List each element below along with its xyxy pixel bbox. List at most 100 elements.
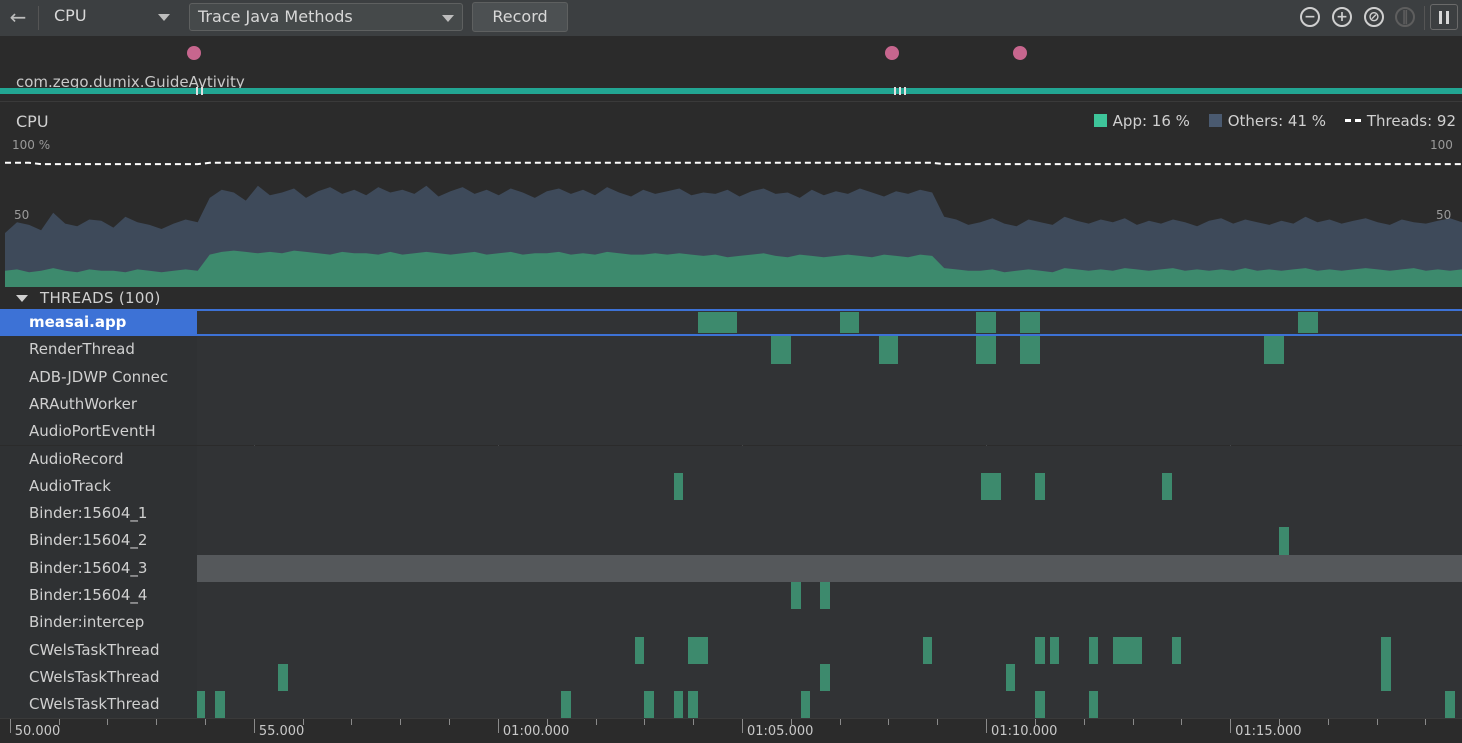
thread-name[interactable]: Binder:intercep [0,609,197,637]
thread-running-segment [1020,312,1040,334]
activity-bar[interactable] [0,88,1462,94]
minor-tick [1327,719,1329,725]
thread-name[interactable]: AudioRecord [0,445,197,473]
pause-button[interactable] [1430,4,1458,30]
thread-running-segment [1444,691,1455,719]
thread-row[interactable]: Binder:15604_1 [0,500,1462,528]
thread-name[interactable]: ARAuthWorker [0,390,197,419]
minor-tick [1181,719,1183,725]
thread-name[interactable]: Binder:15604_4 [0,582,197,610]
thread-row[interactable]: Binder:15604_2 [0,527,1462,555]
activity-marker [899,87,901,95]
y-axis-left-mid: 50 [14,208,30,222]
thread-activity-track[interactable] [175,636,1462,664]
thread-activity-track[interactable] [197,472,1462,501]
minor-tick [400,719,402,725]
thread-activity-track[interactable] [197,582,1462,610]
zoom-in-icon[interactable]: + [1332,7,1352,27]
thread-running-segment [1005,663,1016,692]
thread-row[interactable]: RenderThread [0,336,1462,364]
thread-row[interactable]: Binder:15604_4 [0,582,1462,610]
thread-row[interactable]: ARAuthWorker [0,390,1462,419]
thread-activity-track[interactable] [197,390,1462,419]
thread-row[interactable]: AudioPortEventH [0,418,1462,446]
thread-running-segment [1112,636,1143,664]
thread-name[interactable]: CWelsTaskThread [0,691,197,719]
thread-row[interactable]: CWelsTaskThread [0,636,1462,664]
thread-activity-track[interactable] [197,445,1462,473]
thread-running-segment [1381,636,1392,664]
minor-tick [107,719,109,725]
thread-row[interactable]: AudioTrack [0,472,1462,501]
thread-running-segment [1034,636,1045,664]
threads-title: THREADS (100) [40,289,161,307]
thread-name[interactable]: RenderThread [0,336,197,364]
thread-running-segment [644,691,655,719]
major-tick [986,719,988,733]
thread-running-segment [688,636,708,664]
touch-event-marker[interactable] [1013,46,1027,60]
zoom-out-icon[interactable]: − [1300,7,1320,27]
thread-name[interactable]: CWelsTaskThread [0,636,197,664]
thread-activity-track[interactable] [197,363,1462,391]
minor-tick [644,719,646,725]
thread-activity-track[interactable] [195,691,1462,719]
cpu-title: CPU [16,112,49,131]
thread-running-segment [820,663,830,692]
thread-activity-track[interactable] [197,554,1462,582]
cpu-usage-chart[interactable]: CPU App: 16 % Others: 41 % Threads: 92 1… [0,101,1462,289]
thread-name[interactable]: Binder:15604_3 [0,554,197,582]
threads-list: measai.app RenderThread ADB-JDWP Connec ARA… [0,309,1462,719]
thread-activity-track[interactable] [165,663,1462,692]
minor-tick [937,719,939,725]
thread-name[interactable]: AudioTrack [0,472,197,501]
thread-name[interactable]: Binder:15604_1 [0,500,197,528]
thread-activity-track[interactable] [197,336,1462,364]
thread-running-segment [1020,336,1040,364]
thread-name[interactable]: measai.app [0,309,197,337]
thread-row[interactable]: CWelsTaskThread [0,663,1462,692]
thread-row[interactable]: AudioRecord [0,445,1462,473]
thread-row[interactable]: ADB-JDWP Connec [0,363,1462,391]
thread-name[interactable]: CWelsTaskThread [0,663,197,692]
time-tick-label: 01:10.000 [991,724,1058,739]
profiler-select[interactable]: CPU [46,3,178,31]
threads-section-header[interactable]: THREADS (100) [0,289,1462,309]
thread-running-segment [1298,312,1318,334]
minor-tick [1376,719,1378,725]
thread-activity-track[interactable] [197,609,1462,637]
time-tick-label: 01:05.000 [746,724,814,739]
arrow-left-icon[interactable]: ← [6,4,30,30]
thread-running-segment [1381,663,1392,692]
reset-zoom-icon[interactable]: ⊘ [1364,7,1384,27]
minor-tick [595,719,597,725]
toolbar-separator [38,6,39,30]
toolbar-separator [1424,6,1425,30]
time-axis: 50.000 55.000 01:00.000 01:05.000 01:10.000 0… [0,718,1462,743]
record-button[interactable]: Record [472,2,568,32]
touch-event-marker[interactable] [885,46,899,60]
thread-running-segment [981,472,1001,501]
touch-event-marker[interactable] [187,46,201,60]
go-live-icon[interactable]: ‖ [1395,7,1415,27]
thread-name[interactable]: ADB-JDWP Connec [0,363,197,391]
thread-activity-track[interactable] [197,527,1462,555]
collapse-triangle-icon[interactable] [16,295,28,302]
major-tick [741,719,743,733]
trace-config-select[interactable]: Trace Java Methods [189,3,463,31]
thread-running-segment [688,691,699,719]
thread-activity-track[interactable] [197,500,1462,528]
thread-activity-track[interactable] [161,309,1462,337]
thread-running-segment [839,312,860,334]
thread-row[interactable]: Binder:15604_3 [0,554,1462,582]
thread-activity-track[interactable] [197,418,1462,446]
thread-row[interactable]: measai.app [0,309,1462,337]
thread-row[interactable]: Binder:intercep [0,609,1462,637]
thread-name[interactable]: Binder:15604_2 [0,527,197,555]
thread-running-segment [1264,336,1284,364]
minor-tick [693,719,695,725]
minor-tick [888,719,890,725]
thread-name[interactable]: AudioPortEventH [0,418,197,446]
thread-row[interactable]: CWelsTaskThread [0,691,1462,719]
major-tick [497,719,499,733]
